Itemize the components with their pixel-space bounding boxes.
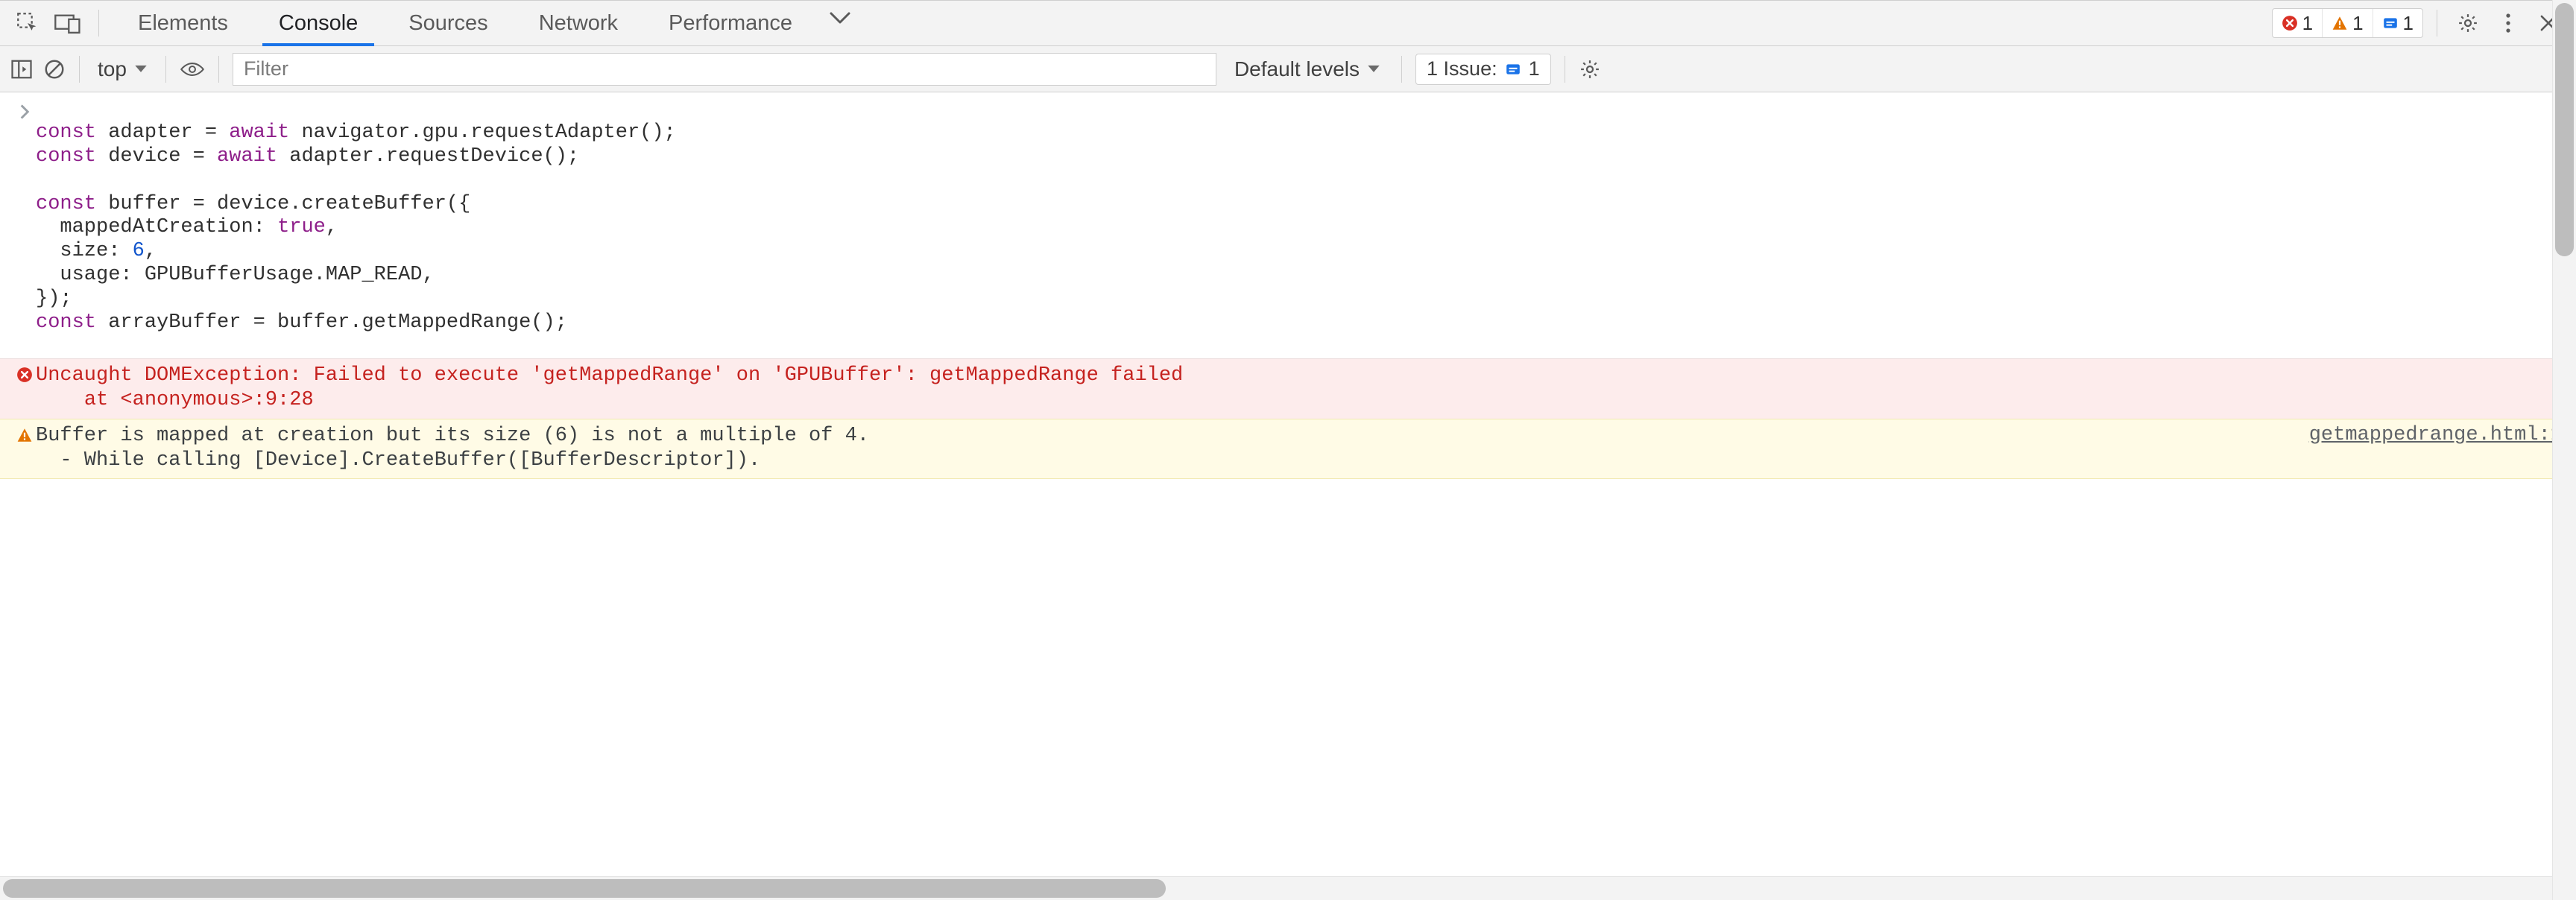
separator [218,56,219,83]
device-toolbar-icon[interactable] [51,6,85,40]
tab-network[interactable]: Network [514,1,643,45]
execution-context-select[interactable]: top [93,57,152,81]
tab-label: Elements [138,11,228,36]
info-icon [2382,15,2399,31]
prompt-chevron-icon [13,101,36,355]
warning-icon [2332,15,2348,31]
more-tabs-icon[interactable] [818,1,862,35]
levels-label: Default levels [1234,57,1360,81]
context-label: top [98,57,127,81]
filter-input[interactable] [233,53,1216,86]
tab-label: Sources [408,11,487,36]
tab-console[interactable]: Console [253,1,383,45]
toggle-sidebar-icon[interactable] [10,59,33,80]
chevron-down-icon [1367,64,1380,75]
console-error-row[interactable]: Uncaught DOMException: Failed to execute… [0,358,2576,419]
settings-icon[interactable] [2451,6,2485,40]
vertical-scrollbar[interactable] [2552,0,2576,900]
warning-text: Buffer is mapped at creation but its siz… [36,424,2294,473]
errors-badge[interactable]: 1 [2273,9,2322,37]
separator [1401,56,1402,83]
info-badge[interactable]: 1 [2373,9,2422,37]
error-text: Uncaught DOMException: Failed to execute… [36,364,2563,413]
scrollbar-thumb[interactable] [3,879,1166,898]
clear-console-icon[interactable] [43,58,66,80]
tab-label: Console [279,11,358,36]
separator [165,56,166,83]
tab-performance[interactable]: Performance [643,1,818,45]
issues-button[interactable]: 1 Issue: 1 [1415,54,1551,85]
info-count: 1 [2403,12,2414,35]
console-toolbar: top Default levels 1 Issue: 1 [0,46,2576,92]
warning-source-link[interactable]: getmappedrange.html:1 [2294,424,2563,446]
tab-label: Performance [669,11,792,36]
separator [79,56,80,83]
warnings-badge[interactable]: 1 [2322,9,2372,37]
console-warning-row[interactable]: Buffer is mapped at creation but its siz… [0,419,2576,480]
errors-count: 1 [2302,12,2313,35]
console-settings-icon[interactable] [1579,58,1601,80]
issues-label: 1 Issue: [1427,57,1497,80]
scrollbar-thumb[interactable] [2555,3,2574,256]
panel-tabs: Elements Console Sources Network Perform… [113,1,862,45]
horizontal-scrollbar[interactable] [0,876,2552,900]
inspect-element-icon[interactable] [10,6,45,40]
live-expression-icon[interactable] [180,60,205,78]
log-levels-select[interactable]: Default levels [1227,57,1388,81]
error-icon [2282,15,2298,31]
warning-icon [13,424,36,443]
status-badges[interactable]: 1 1 1 [2272,8,2423,38]
separator [98,10,99,37]
user-code: const adapter = await navigator.gpu.requ… [36,121,676,335]
info-icon [1505,61,1521,77]
error-icon [13,364,36,383]
console-output: const adapter = await navigator.gpu.requ… [0,92,2576,509]
console-input-row[interactable]: const adapter = await navigator.gpu.requ… [0,100,2576,358]
tab-elements[interactable]: Elements [113,1,253,45]
chevron-down-icon [134,64,148,75]
kebab-menu-icon[interactable] [2491,6,2525,40]
tab-label: Network [539,11,618,36]
tab-sources[interactable]: Sources [383,1,513,45]
devtools-tabbar: Elements Console Sources Network Perform… [0,0,2576,46]
warnings-count: 1 [2352,12,2363,35]
issues-count: 1 [1529,57,1540,80]
